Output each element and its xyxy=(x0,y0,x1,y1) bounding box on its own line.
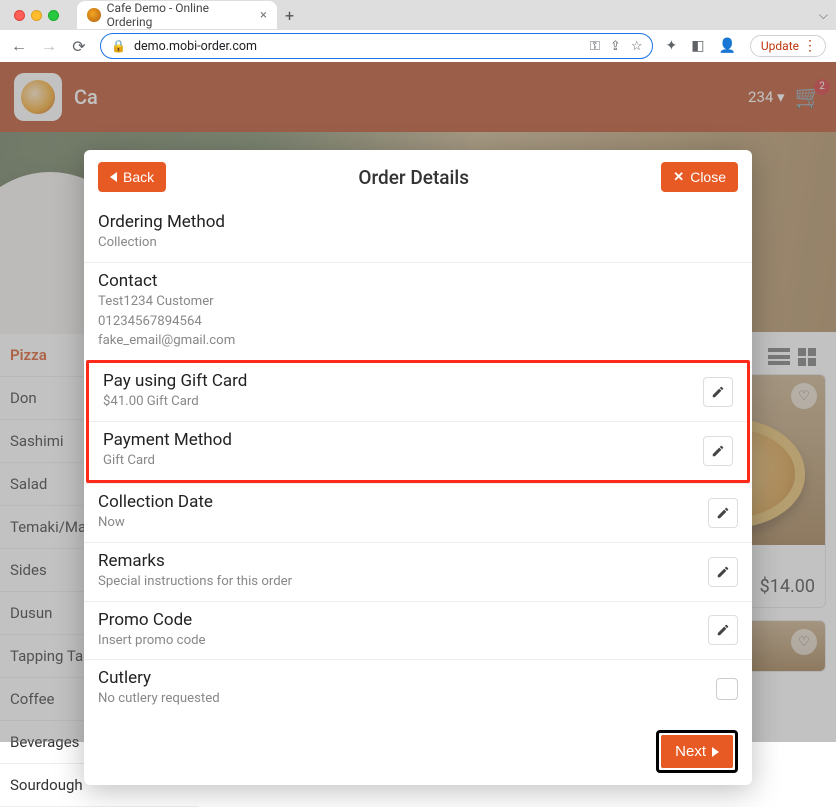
section-value: No cutlery requested xyxy=(98,690,738,708)
edit-remarks-button[interactable] xyxy=(708,557,738,587)
menu-dots-icon: ⋮ xyxy=(803,38,815,54)
key-icon[interactable]: ⚿ xyxy=(590,39,600,54)
window-zoom-icon[interactable] xyxy=(48,10,59,21)
chevron-left-icon xyxy=(110,172,117,182)
new-tab-button[interactable]: + xyxy=(285,6,294,25)
section-title: Payment Method xyxy=(103,430,733,450)
lock-icon: 🔒 xyxy=(111,39,126,53)
section-title: Ordering Method xyxy=(98,212,738,232)
window-close-icon[interactable] xyxy=(14,10,25,21)
section-ordering-method: Ordering Method Collection xyxy=(84,204,752,262)
profile-icon[interactable]: 👤 xyxy=(718,38,735,54)
section-gift-card: Pay using Gift Card $41.00 Gift Card xyxy=(89,363,747,421)
back-button[interactable]: Back xyxy=(98,162,166,192)
next-button[interactable]: Next xyxy=(661,735,733,768)
pencil-icon xyxy=(716,623,730,637)
browser-chrome: Cafe Demo - Online Ordering × + ⌵ ← → ⟳ … xyxy=(0,0,836,62)
section-title: Pay using Gift Card xyxy=(103,371,733,391)
address-bar[interactable]: 🔒 demo.mobi-order.com ⚿ ⇪ ☆ xyxy=(100,33,653,59)
cutlery-checkbox[interactable] xyxy=(716,678,738,700)
extensions-icon[interactable]: ✦ xyxy=(665,38,677,54)
browser-tab[interactable]: Cafe Demo - Online Ordering × xyxy=(77,1,277,29)
section-cutlery: Cutlery No cutlery requested xyxy=(84,659,752,718)
window-controls xyxy=(8,10,65,21)
section-contact: Contact Test1234 Customer 01234567894564… xyxy=(84,262,752,360)
browser-tabbar: Cafe Demo - Online Ordering × + ⌵ xyxy=(0,0,836,30)
window-minimize-icon[interactable] xyxy=(31,10,42,21)
back-button[interactable]: ← xyxy=(10,36,28,56)
section-collection-date: Collection Date Now xyxy=(84,483,752,542)
app-viewport: Ca 234 ▾ 🛒 2 Pizza Don Sashimi Salad Tem… xyxy=(0,62,836,742)
reload-button[interactable]: ⟳ xyxy=(70,37,88,56)
modal-footer: Next xyxy=(84,718,752,785)
tab-title: Cafe Demo - Online Ordering xyxy=(107,1,254,29)
modal-title: Order Details xyxy=(166,166,661,189)
section-payment-method: Payment Method Gift Card xyxy=(89,421,747,480)
edit-gift-card-button[interactable] xyxy=(703,377,733,407)
browser-toolbar: ← → ⟳ 🔒 demo.mobi-order.com ⚿ ⇪ ☆ ✦ ◧ 👤 … xyxy=(0,30,836,62)
pencil-icon xyxy=(716,506,730,520)
pencil-icon xyxy=(716,565,730,579)
tabs-overflow-icon[interactable]: ⌵ xyxy=(819,8,828,23)
section-title: Cutlery xyxy=(98,668,738,688)
pencil-icon xyxy=(711,385,725,399)
tab-close-icon[interactable]: × xyxy=(260,8,267,23)
order-details-modal: Back Order Details ✕ Close Ordering Meth… xyxy=(84,150,752,785)
section-value: Insert promo code xyxy=(98,632,738,650)
modal-header: Back Order Details ✕ Close xyxy=(84,150,752,204)
contact-email: fake_email@gmail.com xyxy=(98,332,738,350)
section-value: Collection xyxy=(98,234,738,252)
section-title: Promo Code xyxy=(98,610,738,630)
chevron-right-icon xyxy=(712,747,719,757)
favicon-icon xyxy=(87,8,101,22)
update-button[interactable]: Update ⋮ xyxy=(750,35,826,57)
payment-highlight-box: Pay using Gift Card $41.00 Gift Card Pay… xyxy=(86,360,750,483)
edit-collection-date-button[interactable] xyxy=(708,498,738,528)
section-promo-code: Promo Code Insert promo code xyxy=(84,601,752,660)
next-highlight-box: Next xyxy=(656,730,738,773)
url-text: demo.mobi-order.com xyxy=(134,39,257,54)
close-button[interactable]: ✕ Close xyxy=(661,162,738,192)
edit-payment-button[interactable] xyxy=(703,436,733,466)
forward-button: → xyxy=(40,36,58,56)
section-value: Gift Card xyxy=(103,452,733,470)
star-icon[interactable]: ☆ xyxy=(631,39,643,54)
contact-name: Test1234 Customer xyxy=(98,293,738,311)
share-icon[interactable]: ⇪ xyxy=(610,39,621,54)
pencil-icon xyxy=(711,444,725,458)
section-remarks: Remarks Special instructions for this or… xyxy=(84,542,752,601)
section-title: Collection Date xyxy=(98,492,738,512)
section-value: Now xyxy=(98,514,738,532)
section-title: Contact xyxy=(98,271,738,291)
contact-phone: 01234567894564 xyxy=(98,313,738,331)
panel-icon[interactable]: ◧ xyxy=(691,38,704,54)
section-title: Remarks xyxy=(98,551,738,571)
close-icon: ✕ xyxy=(673,169,684,185)
section-value: Special instructions for this order xyxy=(98,573,738,591)
section-value: $41.00 Gift Card xyxy=(103,393,733,411)
edit-promo-button[interactable] xyxy=(708,615,738,645)
